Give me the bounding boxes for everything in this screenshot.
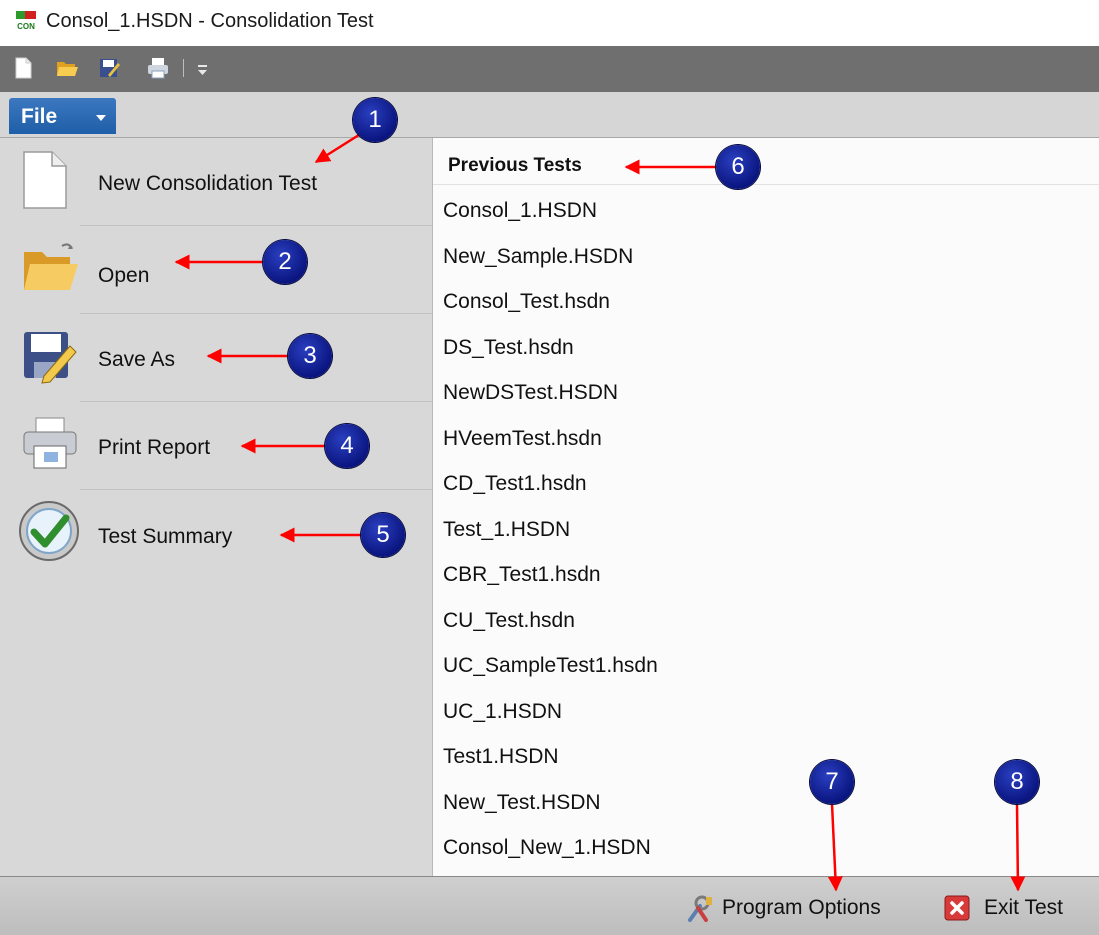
new-document-icon[interactable] (10, 55, 36, 81)
menu-item-label: Open (98, 264, 150, 287)
menu-item-label: New Consolidation Test (98, 172, 318, 195)
recent-file-item[interactable]: CBR_Test1.hsdn (443, 563, 601, 587)
recent-file-item[interactable]: DS_Test.hsdn (443, 336, 574, 360)
status-bar: Program Options Exit Test (0, 876, 1099, 935)
recent-file-item[interactable]: Test1.HSDN (443, 745, 559, 769)
annotation-badge-8: 8 (995, 760, 1039, 804)
print-icon[interactable] (145, 55, 171, 81)
file-tab-label: File (21, 105, 58, 128)
recent-file-item[interactable]: HVeemTest.hsdn (443, 427, 602, 451)
recent-file-item[interactable]: Test_1.HSDN (443, 518, 570, 542)
open-folder-icon[interactable] (54, 55, 80, 81)
previous-tests-header: Previous Tests (448, 155, 582, 176)
window-title: Consol_1.HSDN - Consolidation Test (46, 10, 374, 32)
app-icon: CON (16, 11, 36, 31)
recent-file-item[interactable]: New_Test.HSDN (443, 791, 601, 815)
recent-file-item[interactable]: CD_Test1.hsdn (443, 472, 587, 496)
new-document-icon (23, 151, 67, 209)
header-divider (433, 184, 1099, 185)
annotation-badge-3: 3 (288, 334, 332, 378)
recent-file-item[interactable]: UC_SampleTest1.hsdn (443, 654, 658, 678)
customize-toolbar-icon[interactable] (195, 55, 211, 81)
recent-file-item[interactable]: CU_Test.hsdn (443, 609, 575, 633)
menu-item-label: Test Summary (98, 525, 233, 548)
menu-item-new-consolidation-test[interactable]: New Consolidation Test (0, 138, 432, 226)
save-as-icon (24, 332, 77, 384)
close-icon (944, 895, 970, 921)
quick-access-toolbar (0, 46, 1099, 92)
save-as-icon[interactable] (96, 55, 122, 81)
recent-file-item[interactable]: Consol_New_1.HSDN (443, 836, 651, 860)
previous-tests-panel: Previous Tests Consol_1.HSDN New_Sample.H… (432, 138, 1099, 876)
toolbar-separator (183, 59, 184, 77)
annotation-badge-1: 1 (353, 98, 397, 142)
file-tab[interactable]: File (9, 98, 116, 134)
menu-item-open[interactable]: Open (0, 226, 432, 314)
menu-item-save-as[interactable]: Save As (0, 314, 432, 402)
program-options-label: Program Options (722, 896, 881, 919)
recent-file-item[interactable]: UC_1.HSDN (443, 700, 562, 724)
recent-file-item[interactable]: NewDSTest.HSDN (443, 381, 618, 405)
annotation-badge-2: 2 (263, 240, 307, 284)
open-folder-icon (24, 243, 78, 290)
recent-file-item[interactable]: Consol_Test.hsdn (443, 290, 610, 314)
menu-item-label: Print Report (98, 436, 211, 459)
annotation-badge-7: 7 (810, 760, 854, 804)
recent-file-item[interactable]: New_Sample.HSDN (443, 245, 633, 269)
test-summary-icon (19, 501, 79, 561)
exit-test-label: Exit Test (984, 896, 1063, 919)
print-icon (23, 417, 77, 469)
annotation-badge-5: 5 (361, 513, 405, 557)
annotation-badge-4: 4 (325, 424, 369, 468)
recent-file-item[interactable]: Consol_1.HSDN (443, 199, 597, 223)
annotation-badge-6: 6 (716, 145, 760, 189)
chevron-down-icon (96, 115, 106, 121)
file-menu: New Consolidation Test Open Save As Prin… (0, 138, 432, 876)
title-bar: CON Consol_1.HSDN - Consolidation Test (0, 0, 1099, 46)
svg-text:CON: CON (17, 22, 35, 31)
ribbon-tab-row: File (0, 92, 1099, 138)
tools-icon (688, 895, 712, 922)
menu-item-label: Save As (98, 348, 176, 371)
